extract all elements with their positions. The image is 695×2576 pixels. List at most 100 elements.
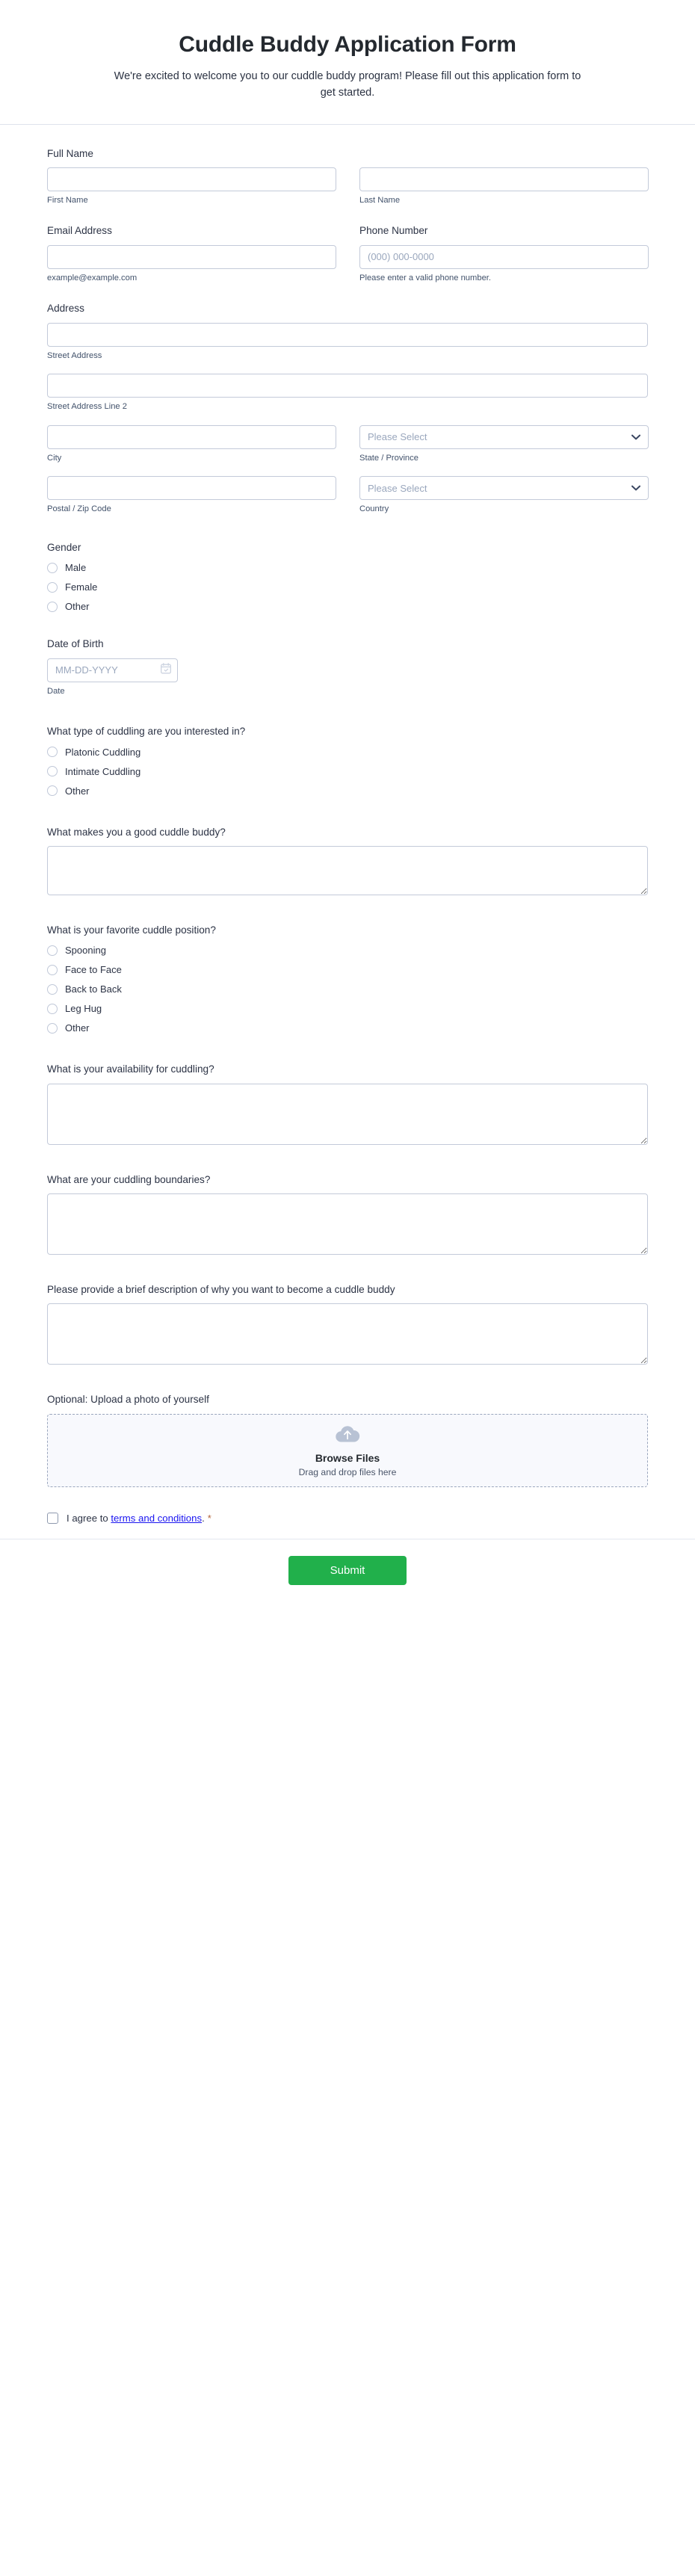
radio-icon[interactable] bbox=[47, 1003, 58, 1014]
cuddle-type-option-label: Platonic Cuddling bbox=[65, 746, 141, 758]
position-option-face-to-face[interactable]: Face to Face bbox=[47, 963, 648, 976]
street-address-sublabel: Street Address bbox=[47, 350, 102, 360]
date-of-birth-input[interactable] bbox=[47, 658, 178, 682]
form-header: Cuddle Buddy Application Form We're exci… bbox=[0, 0, 695, 125]
radio-icon[interactable] bbox=[47, 562, 58, 573]
street-address-2-input[interactable] bbox=[47, 374, 648, 398]
cuddle-type-option-other[interactable]: Other bbox=[47, 785, 648, 797]
radio-icon[interactable] bbox=[47, 747, 58, 758]
field-good-buddy: What makes you a good cuddle buddy? bbox=[47, 826, 648, 895]
dob-sublabel: Date bbox=[47, 686, 65, 696]
position-option-label: Back to Back bbox=[65, 983, 122, 995]
terms-suffix: . bbox=[202, 1512, 205, 1524]
drag-drop-label: Drag and drop files here bbox=[298, 1466, 397, 1477]
email-label: Email Address bbox=[47, 225, 112, 237]
field-cuddle-type: What type of cuddling are you interested… bbox=[47, 725, 648, 797]
gender-option-male[interactable]: Male bbox=[47, 561, 648, 574]
first-name-sublabel: First Name bbox=[47, 195, 88, 205]
first-name-input[interactable] bbox=[47, 167, 336, 191]
cuddle-position-label: What is your favorite cuddle position? bbox=[47, 924, 216, 936]
city-group: City bbox=[47, 424, 336, 464]
first-name-group: First Name bbox=[47, 167, 336, 206]
terms-checkbox[interactable] bbox=[47, 1512, 58, 1524]
good-buddy-textarea[interactable] bbox=[47, 845, 648, 895]
gender-option-other[interactable]: Other bbox=[47, 600, 648, 613]
good-buddy-label: What makes you a good cuddle buddy? bbox=[47, 826, 226, 838]
gender-option-label: Other bbox=[65, 601, 90, 613]
page-title: Cuddle Buddy Application Form bbox=[179, 32, 516, 57]
terms-row[interactable]: I agree to terms and conditions. * bbox=[47, 1512, 648, 1524]
last-name-group: Last Name bbox=[359, 167, 649, 206]
boundaries-label: What are your cuddling boundaries? bbox=[47, 1173, 211, 1185]
radio-icon[interactable] bbox=[47, 785, 58, 797]
country-group: Please Select Country bbox=[359, 476, 649, 515]
last-name-input[interactable] bbox=[359, 167, 649, 191]
field-terms: I agree to terms and conditions. * bbox=[47, 1512, 648, 1524]
cuddle-type-option-platonic[interactable]: Platonic Cuddling bbox=[47, 746, 648, 759]
phone-field[interactable] bbox=[359, 244, 649, 269]
email-sublabel: example@example.com bbox=[47, 273, 138, 282]
field-why: Please provide a brief description of wh… bbox=[47, 1283, 648, 1365]
boundaries-textarea[interactable] bbox=[47, 1193, 648, 1255]
full-name-label: Full Name bbox=[47, 147, 93, 159]
phone-sublabel: Please enter a valid phone number. bbox=[359, 273, 492, 282]
email-field[interactable] bbox=[47, 244, 336, 269]
city-sublabel: City bbox=[47, 453, 62, 463]
state-select[interactable]: Please Select bbox=[359, 424, 649, 449]
radio-icon[interactable] bbox=[47, 964, 58, 975]
position-option-leg-hug[interactable]: Leg Hug bbox=[47, 1002, 648, 1015]
cuddle-type-option-label: Other bbox=[65, 785, 90, 797]
why-textarea[interactable] bbox=[47, 1303, 648, 1365]
street-address-input[interactable] bbox=[47, 322, 648, 347]
postal-sublabel: Postal / Zip Code bbox=[47, 504, 111, 514]
upload-label: Optional: Upload a photo of yourself bbox=[47, 1394, 209, 1406]
gender-option-label: Female bbox=[65, 581, 98, 593]
country-sublabel: Country bbox=[359, 504, 389, 514]
phone-group: Phone Number Please enter a valid phone … bbox=[359, 224, 649, 283]
cuddle-type-radio-group: Platonic Cuddling Intimate Cuddling Othe… bbox=[47, 746, 648, 797]
availability-label: What is your availability for cuddling? bbox=[47, 1063, 214, 1075]
position-option-back-to-back[interactable]: Back to Back bbox=[47, 983, 648, 995]
radio-icon[interactable] bbox=[47, 983, 58, 995]
postal-code-input[interactable] bbox=[47, 476, 336, 501]
state-sublabel: State / Province bbox=[359, 453, 418, 463]
cuddle-type-label: What type of cuddling are you interested… bbox=[47, 726, 246, 738]
gender-radio-group: Male Female Other bbox=[47, 561, 648, 613]
form-footer: Submit bbox=[0, 1538, 695, 1607]
field-address: Address Street Address Street Address Li… bbox=[47, 302, 649, 515]
gender-option-label: Male bbox=[65, 562, 87, 574]
city-input[interactable] bbox=[47, 424, 336, 449]
file-dropzone[interactable]: Browse Files Drag and drop files here bbox=[47, 1413, 648, 1487]
radio-icon[interactable] bbox=[47, 581, 58, 593]
field-gender: Gender Male Female Other bbox=[47, 541, 648, 613]
submit-button[interactable]: Submit bbox=[288, 1555, 407, 1585]
field-full-name: Full Name First Name Last Name bbox=[47, 147, 649, 206]
form-body: Full Name First Name Last Name Email Add… bbox=[0, 125, 695, 1524]
dob-label: Date of Birth bbox=[47, 638, 104, 650]
page-subtitle: We're excited to welcome you to our cudd… bbox=[114, 70, 581, 99]
gender-option-female[interactable]: Female bbox=[47, 581, 648, 593]
terms-and-conditions-link[interactable]: terms and conditions bbox=[111, 1513, 202, 1524]
field-boundaries: What are your cuddling boundaries? bbox=[47, 1173, 648, 1255]
radio-icon[interactable] bbox=[47, 601, 58, 612]
street-address-2-group: Street Address Line 2 bbox=[47, 374, 648, 413]
position-option-label: Other bbox=[65, 1022, 90, 1034]
address-label: Address bbox=[47, 303, 84, 315]
field-upload: Optional: Upload a photo of yourself Bro… bbox=[47, 1393, 648, 1487]
state-group: Please Select State / Province bbox=[359, 424, 649, 464]
position-option-other[interactable]: Other bbox=[47, 1022, 648, 1034]
terms-text: I agree to terms and conditions. * bbox=[67, 1513, 211, 1524]
field-date-of-birth: Date of Birth Date bbox=[47, 637, 648, 696]
postal-group: Postal / Zip Code bbox=[47, 476, 336, 515]
position-option-label: Spooning bbox=[65, 945, 106, 957]
radio-icon[interactable] bbox=[47, 766, 58, 777]
cloud-upload-icon bbox=[335, 1424, 360, 1447]
radio-icon[interactable] bbox=[47, 945, 58, 956]
radio-icon[interactable] bbox=[47, 1022, 58, 1034]
position-option-spooning[interactable]: Spooning bbox=[47, 944, 648, 957]
country-select[interactable]: Please Select bbox=[359, 476, 649, 501]
gender-label: Gender bbox=[47, 541, 81, 553]
cuddle-type-option-intimate[interactable]: Intimate Cuddling bbox=[47, 765, 648, 778]
browse-files-label[interactable]: Browse Files bbox=[315, 1452, 380, 1464]
availability-textarea[interactable] bbox=[47, 1083, 648, 1145]
